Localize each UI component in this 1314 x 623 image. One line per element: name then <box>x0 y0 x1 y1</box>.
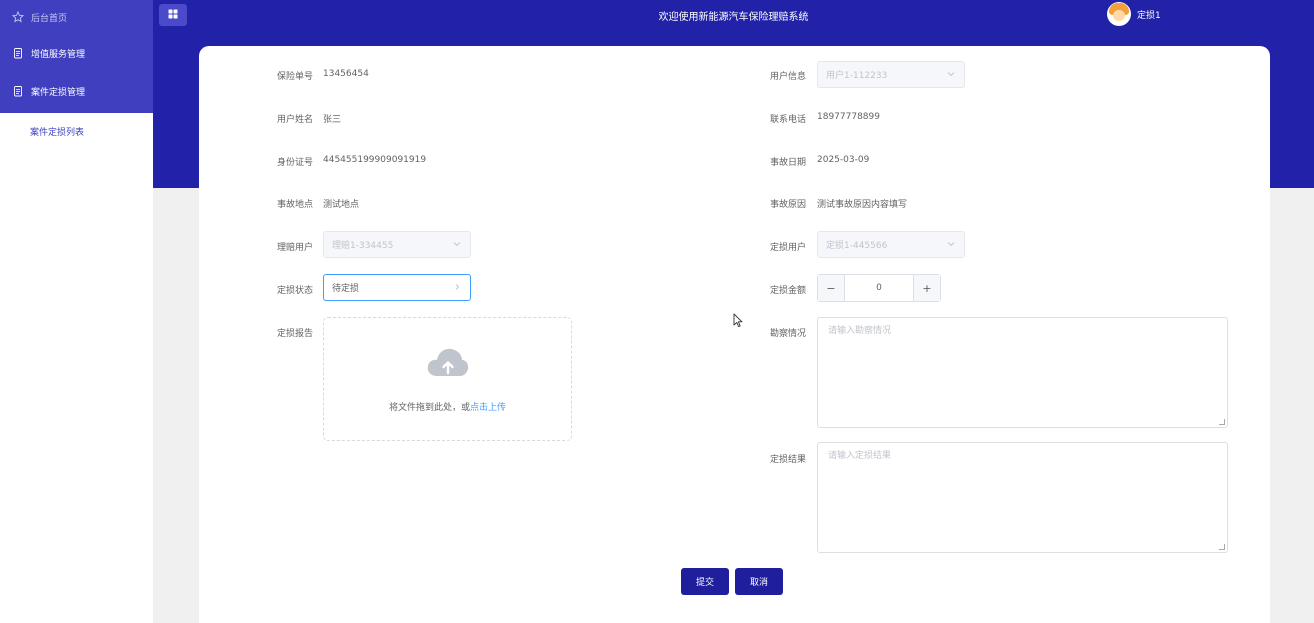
cloud-upload-icon <box>427 346 469 383</box>
sidebar-subitem-label: 案件定损列表 <box>30 127 85 138</box>
assess-status-label: 定损状态 <box>277 286 314 296</box>
sidebar-item-home[interactable]: 后台首页 <box>0 0 153 34</box>
increment-button[interactable]: + <box>913 275 940 301</box>
accident-reason-label: 事故原因 <box>770 200 807 210</box>
resize-handle-icon[interactable] <box>1219 419 1225 425</box>
user-name-label: 用户姓名 <box>277 115 314 125</box>
username: 定损1 <box>1137 10 1161 21</box>
chevron-right-icon <box>453 283 461 291</box>
upload-hint: 将文件拖到此处，或点击上传 <box>324 400 571 413</box>
avatar <box>1107 2 1131 26</box>
accident-place-value: 测试地点 <box>323 200 360 210</box>
assess-report-label: 定损报告 <box>277 329 314 339</box>
accident-reason-value: 测试事故原因内容填写 <box>817 200 908 210</box>
sidebar-subitem-case-assessment-list[interactable]: 案件定损列表 <box>0 113 153 149</box>
clipboard-icon <box>12 85 24 97</box>
sidebar-item-label: 增值服务管理 <box>31 49 86 60</box>
assess-amount-input[interactable]: 0 <box>845 275 913 301</box>
user-info-select[interactable]: 用户1-112233 <box>817 61 965 88</box>
user-info-label: 用户信息 <box>770 72 807 82</box>
assess-result-textarea[interactable]: 请输入定损结果 <box>817 442 1228 553</box>
assess-amount-stepper[interactable]: − 0 + <box>817 274 941 302</box>
upload-hint-text: 将文件拖到此处，或 <box>388 403 470 413</box>
assess-result-placeholder: 请输入定损结果 <box>828 451 892 461</box>
star-icon <box>12 11 24 23</box>
sidebar-item-value-added-services[interactable]: 增值服务管理 <box>0 34 153 72</box>
survey-label: 勘察情况 <box>770 329 807 339</box>
assess-user-label: 定损用户 <box>770 243 807 253</box>
assess-result-label: 定损结果 <box>770 455 807 465</box>
policy-no-label: 保险单号 <box>277 72 314 82</box>
user-info-value: 用户1-112233 <box>826 71 888 81</box>
resize-handle-icon[interactable] <box>1219 544 1225 550</box>
accident-date-label: 事故日期 <box>770 158 807 168</box>
user-menu[interactable]: 定损1 <box>1107 2 1161 26</box>
assess-amount-label: 定损金额 <box>770 286 807 296</box>
phone-label: 联系电话 <box>770 115 807 125</box>
assess-status-value: 待定损 <box>332 284 360 294</box>
user-name-value: 张三 <box>323 115 342 125</box>
accident-date-value: 2025-03-09 <box>817 155 870 165</box>
claim-form-card: 保险单号 13456454 用户信息 用户1-112233 用户姓名 张三 联系… <box>199 46 1270 623</box>
minus-icon: − <box>826 281 836 295</box>
id-no-value: 445455199909091919 <box>323 155 427 165</box>
survey-placeholder: 请输入勘察情况 <box>828 326 892 336</box>
sidebar: 后台首页 增值服务管理 案件定损管理 案件定损列表 <box>0 0 153 623</box>
chevron-down-icon <box>947 70 955 78</box>
cancel-button[interactable]: 取消 <box>735 568 783 595</box>
chevron-down-icon <box>947 240 955 248</box>
claim-user-label: 理赔用户 <box>277 243 314 253</box>
policy-no-value: 13456454 <box>323 69 369 79</box>
plus-icon: + <box>922 281 932 295</box>
claim-user-select[interactable]: 理赔1-334455 <box>323 231 471 258</box>
phone-value: 18977778899 <box>817 112 880 122</box>
survey-textarea[interactable]: 请输入勘察情况 <box>817 317 1228 428</box>
assess-status-select[interactable]: 待定损 <box>323 274 471 301</box>
upload-link[interactable]: 点击上传 <box>470 403 506 413</box>
sidebar-item-label: 案件定损管理 <box>31 87 86 98</box>
accident-place-label: 事故地点 <box>277 200 314 210</box>
assess-user-select[interactable]: 定损1-445566 <box>817 231 965 258</box>
submit-button[interactable]: 提交 <box>681 568 729 595</box>
sidebar-menu: 后台首页 增值服务管理 案件定损管理 <box>0 0 153 113</box>
clipboard-icon <box>12 47 24 59</box>
chevron-down-icon <box>453 240 461 248</box>
claim-user-value: 理赔1-334455 <box>332 241 394 251</box>
mouse-cursor-icon <box>733 313 743 331</box>
assess-user-value: 定损1-445566 <box>826 241 888 251</box>
sidebar-item-label: 后台首页 <box>31 13 68 24</box>
decrement-button[interactable]: − <box>818 275 845 301</box>
sidebar-item-case-assessment[interactable]: 案件定损管理 <box>0 72 153 110</box>
report-upload-dropzone[interactable]: 将文件拖到此处，或点击上传 <box>323 317 572 441</box>
id-no-label: 身份证号 <box>277 158 314 168</box>
